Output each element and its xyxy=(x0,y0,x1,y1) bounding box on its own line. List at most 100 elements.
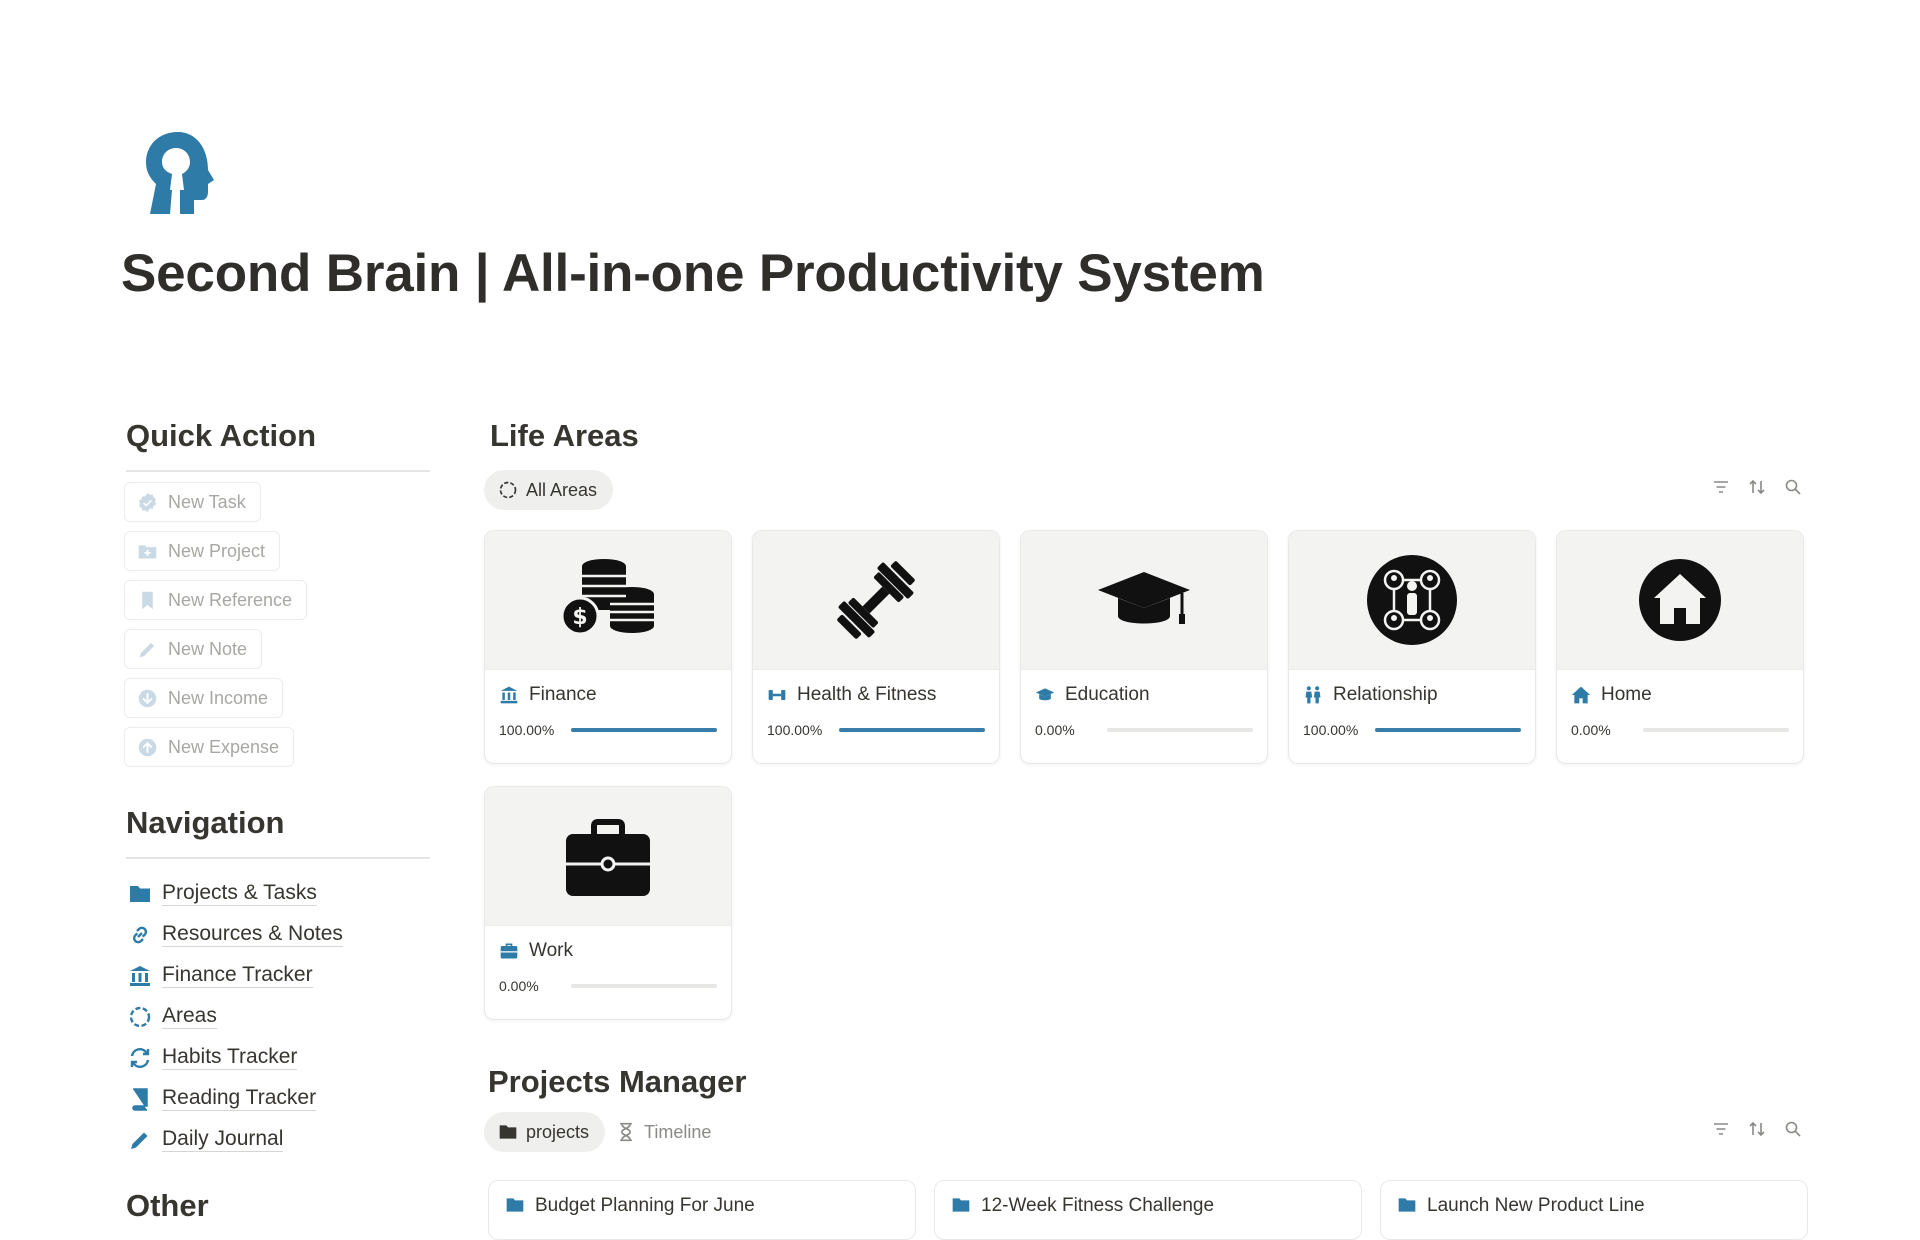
card-title-text: Home xyxy=(1601,684,1652,705)
nav-item-label: Resources & Notes xyxy=(162,922,343,947)
nav-item-label: Reading Tracker xyxy=(162,1086,317,1111)
bookmark-icon xyxy=(142,591,153,609)
folder-icon xyxy=(506,1198,524,1212)
page-icon-head-keyhole[interactable] xyxy=(140,130,220,216)
card-title: Work xyxy=(485,926,731,962)
card-title: Health & Fitness xyxy=(753,670,999,706)
progress-label: 0.00% xyxy=(1035,722,1075,738)
folder-icon xyxy=(952,1198,970,1212)
progress-label: 100.00% xyxy=(1303,722,1359,738)
nav-item-resources-notes[interactable]: Resources & Notes xyxy=(124,914,430,955)
search-icon[interactable] xyxy=(1784,1120,1802,1138)
home-circle-icon xyxy=(1639,559,1721,641)
filter-icon[interactable] xyxy=(1712,1120,1730,1138)
nav-item-reading-tracker[interactable]: Reading Tracker xyxy=(124,1078,430,1119)
quick-action-heading: Quick Action xyxy=(126,418,430,472)
filter-icon[interactable] xyxy=(1712,478,1730,496)
nav-item-projects-tasks[interactable]: Projects & Tasks xyxy=(124,873,430,914)
area-card-home[interactable]: Home 0.00% xyxy=(1556,530,1804,764)
new-project-button[interactable]: New Project xyxy=(124,531,281,571)
card-title-text: Relationship xyxy=(1333,684,1438,705)
card-progress: 100.00% xyxy=(485,706,731,738)
new-expense-button[interactable]: New Expense xyxy=(124,727,295,767)
tab-timeline[interactable]: Timeline xyxy=(602,1112,727,1152)
new-task-label: New Task xyxy=(168,491,246,512)
area-card-work[interactable]: Work 0.00% xyxy=(484,786,732,1020)
area-card-finance[interactable]: $ Finance 100.00% xyxy=(484,530,732,764)
project-card[interactable]: Budget Planning For June xyxy=(488,1180,916,1240)
bank-icon xyxy=(500,686,518,704)
tab-projects-label: projects xyxy=(526,1121,590,1142)
nav-item-habits-tracker[interactable]: Habits Tracker xyxy=(124,1037,430,1078)
life-areas-section: Life Areas All Areas $ Finance 100.00% H… xyxy=(484,418,1814,1020)
dumbbell-icon xyxy=(768,690,786,700)
nav-item-label: Daily Journal xyxy=(162,1127,284,1152)
card-progress: 100.00% xyxy=(1289,706,1535,738)
projects-manager-toolbar xyxy=(1712,1120,1802,1138)
bank-icon xyxy=(130,965,150,986)
link-icon xyxy=(132,926,148,943)
graduation-cap-icon xyxy=(1098,572,1190,624)
project-card[interactable]: Launch New Product Line xyxy=(1380,1180,1808,1240)
new-reference-button[interactable]: New Reference xyxy=(124,580,308,620)
new-reference-label: New Reference xyxy=(168,589,293,610)
nav-item-label: Areas xyxy=(162,1004,217,1029)
nav-item-label: Finance Tracker xyxy=(162,963,313,988)
nav-item-areas[interactable]: Areas xyxy=(124,996,430,1037)
new-task-button[interactable]: New Task xyxy=(124,482,261,522)
nav-item-finance-tracker[interactable]: Finance Tracker xyxy=(124,955,430,996)
card-title-text: Finance xyxy=(529,684,597,705)
pencil-icon xyxy=(139,642,155,657)
progress-bar xyxy=(571,728,717,732)
life-areas-heading: Life Areas xyxy=(490,418,639,453)
tab-all-areas-label: All Areas xyxy=(526,479,598,500)
dumbbell-icon xyxy=(837,561,915,639)
people-icon xyxy=(1305,686,1321,704)
tab-projects[interactable]: projects xyxy=(484,1112,606,1152)
card-cover xyxy=(485,787,731,926)
card-title-text: Work xyxy=(529,940,573,961)
card-cover xyxy=(753,531,999,670)
progress-bar xyxy=(1643,728,1789,732)
folder-icon xyxy=(499,1125,517,1139)
projects-manager-heading: Projects Manager xyxy=(488,1064,747,1099)
people-network-icon xyxy=(1367,555,1457,645)
new-note-button[interactable]: New Note xyxy=(124,629,263,669)
check-badge-icon xyxy=(138,492,157,512)
search-icon[interactable] xyxy=(1784,478,1802,496)
progress-bar xyxy=(839,728,985,732)
tab-timeline-label: Timeline xyxy=(644,1121,712,1142)
pencil-icon xyxy=(131,1132,148,1149)
tab-all-areas[interactable]: All Areas xyxy=(484,470,614,510)
area-card-education[interactable]: Education 0.00% xyxy=(1020,530,1268,764)
life-areas-view-bar: All Areas xyxy=(484,470,1814,514)
sort-icon[interactable] xyxy=(1748,1120,1766,1138)
nav-item-label: Projects & Tasks xyxy=(162,881,317,906)
sort-icon[interactable] xyxy=(1748,478,1766,496)
nav-item-daily-journal[interactable]: Daily Journal xyxy=(124,1119,430,1160)
project-card[interactable]: 12-Week Fitness Challenge xyxy=(934,1180,1362,1240)
repeat-icon xyxy=(130,1047,150,1068)
area-card-health-fitness[interactable]: Health & Fitness 100.00% xyxy=(752,530,1000,764)
card-progress: 100.00% xyxy=(753,706,999,738)
card-cover xyxy=(1289,531,1535,670)
arrow-down-circle-icon xyxy=(138,689,157,707)
new-note-label: New Note xyxy=(168,638,248,659)
arrow-up-circle-icon xyxy=(138,738,157,756)
briefcase-icon xyxy=(566,819,650,896)
folder-icon xyxy=(1398,1198,1416,1212)
graduation-cap-icon xyxy=(1035,688,1055,701)
quick-action-list: New Task New Project New Reference New N… xyxy=(124,482,430,767)
project-card-title: Launch New Product Line xyxy=(1427,1195,1645,1216)
other-heading: Other xyxy=(126,1188,209,1223)
new-income-button[interactable]: New Income xyxy=(124,678,284,718)
progress-label: 100.00% xyxy=(767,722,823,738)
briefcase-icon xyxy=(500,943,518,959)
area-card-relationship[interactable]: Relationship 100.00% xyxy=(1288,530,1536,764)
progress-bar-fill xyxy=(1375,728,1521,732)
svg-text:$: $ xyxy=(572,605,587,630)
head-keyhole-icon xyxy=(146,132,214,214)
book-icon xyxy=(132,1087,148,1111)
projects-manager-view-bar: projects Timeline xyxy=(484,1112,1814,1156)
coins-icon: $ xyxy=(560,559,654,636)
